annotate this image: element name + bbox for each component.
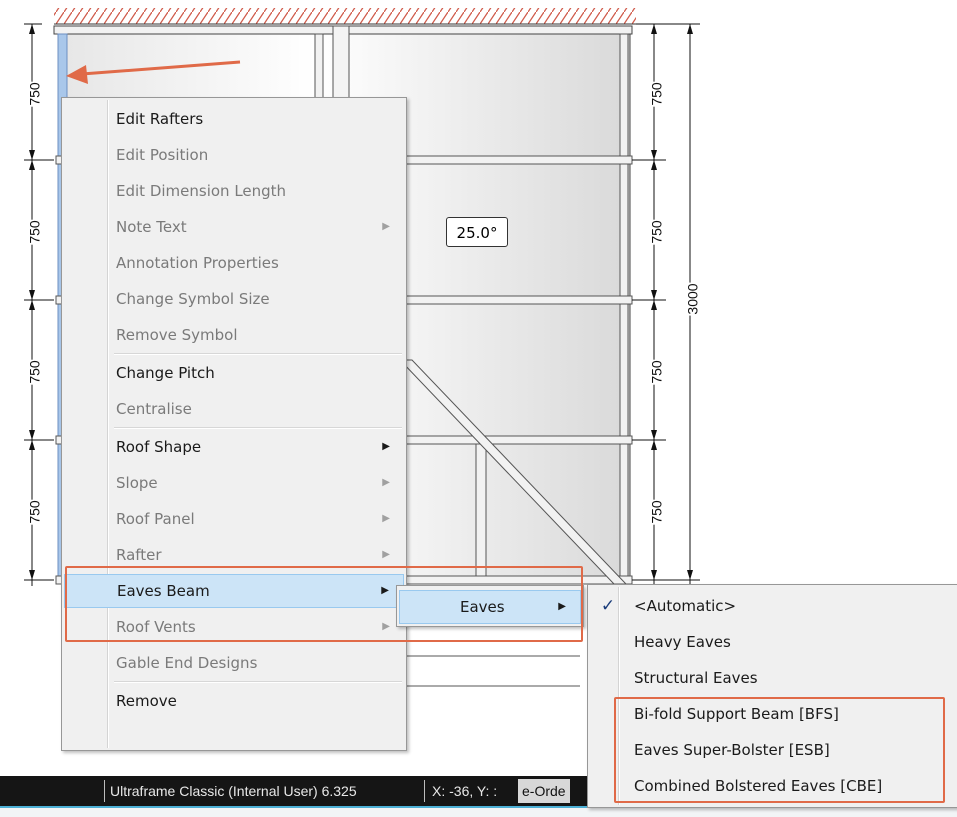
status-bar: Ultraframe Classic (Internal User) 6.325… (0, 776, 600, 806)
menu-item-edit-position[interactable]: Edit Position (64, 138, 404, 172)
status-order-tab[interactable]: e-Orde (518, 779, 570, 803)
option-automatic[interactable]: ✓ <Automatic> (590, 589, 956, 623)
menu-item-label: Edit Dimension Length (116, 182, 287, 200)
chevron-right-icon: ▶ (382, 441, 390, 452)
menu-item-label: Slope (116, 474, 158, 492)
menu-item-gable-end-designs[interactable]: Gable End Designs (64, 646, 404, 680)
menu-item-roof-panel[interactable]: Roof Panel ▶ (64, 502, 404, 536)
option-structural-eaves[interactable]: Structural Eaves (590, 661, 956, 695)
menu-separator (114, 681, 402, 683)
menu-item-label: Edit Position (116, 146, 209, 164)
context-menu: Edit Rafters Edit Position Edit Dimension … (61, 97, 407, 751)
dim-left-1: 750 (26, 81, 43, 107)
menu-item-slope[interactable]: Slope ▶ (64, 466, 404, 500)
menu-item-remove-symbol[interactable]: Remove Symbol (64, 318, 404, 352)
menu-item-label: Change Pitch (116, 364, 215, 382)
dim-right-4: 750 (648, 499, 665, 525)
dim-left-3: 750 (26, 359, 43, 385)
option-label: Heavy Eaves (634, 633, 731, 651)
chevron-right-icon: ▶ (382, 221, 390, 232)
menu-separator (114, 427, 402, 429)
highlight-eaves-beam (65, 566, 583, 642)
status-coordinates: X: -36, Y: : (432, 783, 498, 799)
menu-item-label: Roof Panel (116, 510, 195, 528)
menu-item-edit-rafters[interactable]: Edit Rafters (64, 102, 404, 136)
pitch-label[interactable]: 25.0° (446, 217, 508, 247)
option-heavy-eaves[interactable]: Heavy Eaves (590, 625, 956, 659)
dim-right-1: 750 (648, 81, 665, 107)
chevron-right-icon: ▶ (382, 477, 390, 488)
dim-left-4: 750 (26, 499, 43, 525)
menu-item-change-pitch[interactable]: Change Pitch (64, 356, 404, 390)
dim-total: 3000 (684, 282, 701, 316)
menu-item-label: Centralise (116, 400, 192, 418)
menu-item-label: Change Symbol Size (116, 290, 270, 308)
wall-hatch (54, 8, 636, 24)
option-label: Structural Eaves (634, 669, 758, 687)
menu-item-label: Annotation Properties (116, 254, 279, 272)
menu-item-label: Edit Rafters (116, 110, 204, 128)
menu-item-remove[interactable]: Remove (64, 684, 404, 718)
dim-right-2: 750 (648, 219, 665, 245)
check-icon: ✓ (600, 596, 616, 616)
menu-item-label: Note Text (116, 218, 187, 236)
menu-item-roof-shape[interactable]: Roof Shape ▶ (64, 430, 404, 464)
menu-separator (114, 353, 402, 355)
menu-item-label: Remove (116, 692, 177, 710)
status-divider (104, 780, 105, 802)
menu-item-label: Roof Shape (116, 438, 202, 456)
menu-item-label: Remove Symbol (116, 326, 238, 344)
menu-item-edit-dimension-length[interactable]: Edit Dimension Length (64, 174, 404, 208)
highlight-new-eaves-options (614, 697, 945, 803)
option-label: <Automatic> (634, 597, 737, 615)
menu-item-centralise[interactable]: Centralise (64, 392, 404, 426)
menu-item-note-text[interactable]: Note Text ▶ (64, 210, 404, 244)
dim-left-2: 750 (26, 219, 43, 245)
menu-item-label: Gable End Designs (116, 654, 258, 672)
status-divider (424, 780, 425, 802)
chevron-right-icon: ▶ (382, 513, 390, 524)
status-app-version: Ultraframe Classic (Internal User) 6.325 (110, 783, 357, 799)
menu-item-annotation-properties[interactable]: Annotation Properties (64, 246, 404, 280)
dim-right-3: 750 (648, 359, 665, 385)
menu-item-change-symbol-size[interactable]: Change Symbol Size (64, 282, 404, 316)
